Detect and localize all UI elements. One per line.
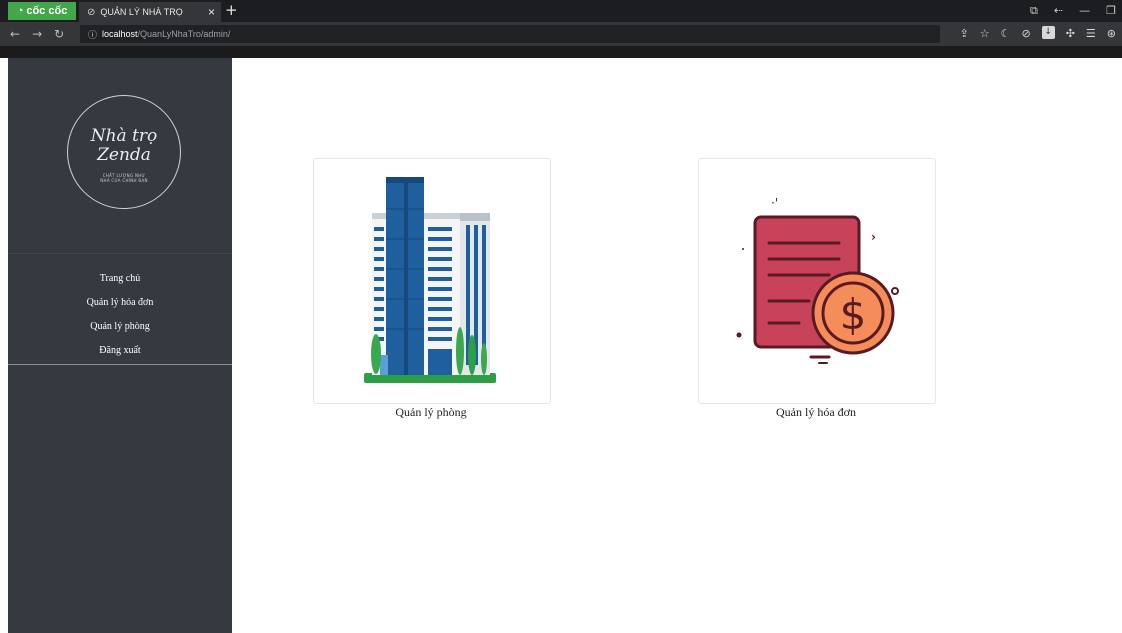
sidebar-divider-top: [8, 253, 232, 254]
coccoc-menu-button[interactable]: ◔ cốc cốc: [8, 2, 76, 20]
url-path: /QuanLyNhaTro/admin/: [137, 29, 231, 39]
dark-mode-icon[interactable]: ☾: [1001, 26, 1011, 42]
coccoc-logo-icon: ◔: [16, 5, 24, 17]
invoices-card[interactable]: $ ·' ›: [698, 158, 936, 404]
tab-title: QUẢN LÝ NHÀ TRỌ: [100, 7, 183, 17]
rooms-caption[interactable]: Quản lý phòng: [312, 405, 550, 420]
logo-line2: Zenda: [97, 145, 151, 165]
back-icon[interactable]: ←: [10, 26, 20, 42]
sidebar-item-rooms[interactable]: Quản lý phòng: [8, 319, 232, 343]
svg-text:·': ·': [771, 196, 778, 210]
sidebar-item-invoices[interactable]: Quản lý hóa đơn: [8, 295, 232, 319]
restore-icon[interactable]: ❐: [1106, 2, 1116, 20]
toolbar-separator: [0, 46, 1122, 58]
forward-icon[interactable]: →: [32, 26, 42, 42]
download-icon[interactable]: ↓: [1041, 26, 1055, 39]
star-icon[interactable]: ☆: [980, 26, 990, 42]
sidebar-menu: Trang chủ Quản lý hóa đơn Quản lý phòng …: [8, 271, 232, 367]
logo-tagline-2: NHÀ CỦA CHÍNH BẠN: [100, 178, 148, 183]
browser-tab-active[interactable]: ⊘ QUẢN LÝ NHÀ TRỌ ×: [79, 2, 221, 22]
new-tab-button[interactable]: +: [225, 1, 238, 19]
globe-icon: ⊘: [87, 6, 96, 18]
logo-tagline: CHẤT LƯỢNG NHƯ NHÀ CỦA CHÍNH BẠN: [68, 173, 180, 183]
invoice-dollar-icon: $ ·' ›: [736, 196, 899, 364]
site-logo[interactable]: Nhà trọ Zenda CHẤT LƯỢNG NHƯ NHÀ CỦA CHÍ…: [67, 95, 181, 209]
close-tab-icon[interactable]: ×: [208, 5, 215, 19]
invoices-caption[interactable]: Quản lý hóa đơn: [697, 405, 935, 420]
navigation-buttons: ← → ↻: [10, 26, 64, 42]
share-icon[interactable]: ⇪: [960, 26, 969, 42]
svg-text:›: ›: [871, 230, 876, 244]
svg-text:$: $: [840, 290, 867, 339]
url-host: localhost: [102, 29, 138, 39]
sidebar-divider-bottom: [8, 364, 232, 365]
sidebar-item-home[interactable]: Trang chủ: [8, 271, 232, 295]
shield-icon[interactable]: ⊘: [1021, 26, 1030, 42]
extensions-icon[interactable]: ✣: [1066, 26, 1075, 42]
building-icon: [364, 177, 496, 383]
reload-icon[interactable]: ↻: [54, 26, 64, 42]
back-arrow-icon[interactable]: ⇠: [1054, 2, 1063, 20]
address-field[interactable]: ⓘ localhost /QuanLyNhaTro/admin/: [80, 25, 940, 43]
profile-list-icon[interactable]: ☰: [1086, 26, 1096, 42]
picture-in-picture-icon[interactable]: ⧉: [1030, 2, 1038, 20]
window-controls: ⧉ ⇠ — ❐: [1030, 2, 1116, 20]
sidebar: Nhà trọ Zenda CHẤT LƯỢNG NHƯ NHÀ CỦA CHÍ…: [8, 58, 232, 633]
logo-line1: Nhà trọ: [90, 126, 158, 146]
rooms-card[interactable]: [313, 158, 551, 404]
toolbar-icons: ⇪ ☆ ☾ ⊘ ↓ ✣ ☰ ⊛: [960, 26, 1116, 42]
browser-tab-bar: ◔ cốc cốc ⊘ QUẢN LÝ NHÀ TRỌ × + ⧉ ⇠ — ❐: [0, 0, 1122, 22]
browser-toolbar: ← → ↻ ⓘ localhost /QuanLyNhaTro/admin/ ⇪…: [0, 22, 1122, 46]
minimize-icon[interactable]: —: [1079, 2, 1090, 20]
account-icon[interactable]: ⊛: [1107, 26, 1116, 42]
brand-label: cốc cốc: [26, 5, 68, 17]
info-icon[interactable]: ⓘ: [88, 28, 97, 41]
